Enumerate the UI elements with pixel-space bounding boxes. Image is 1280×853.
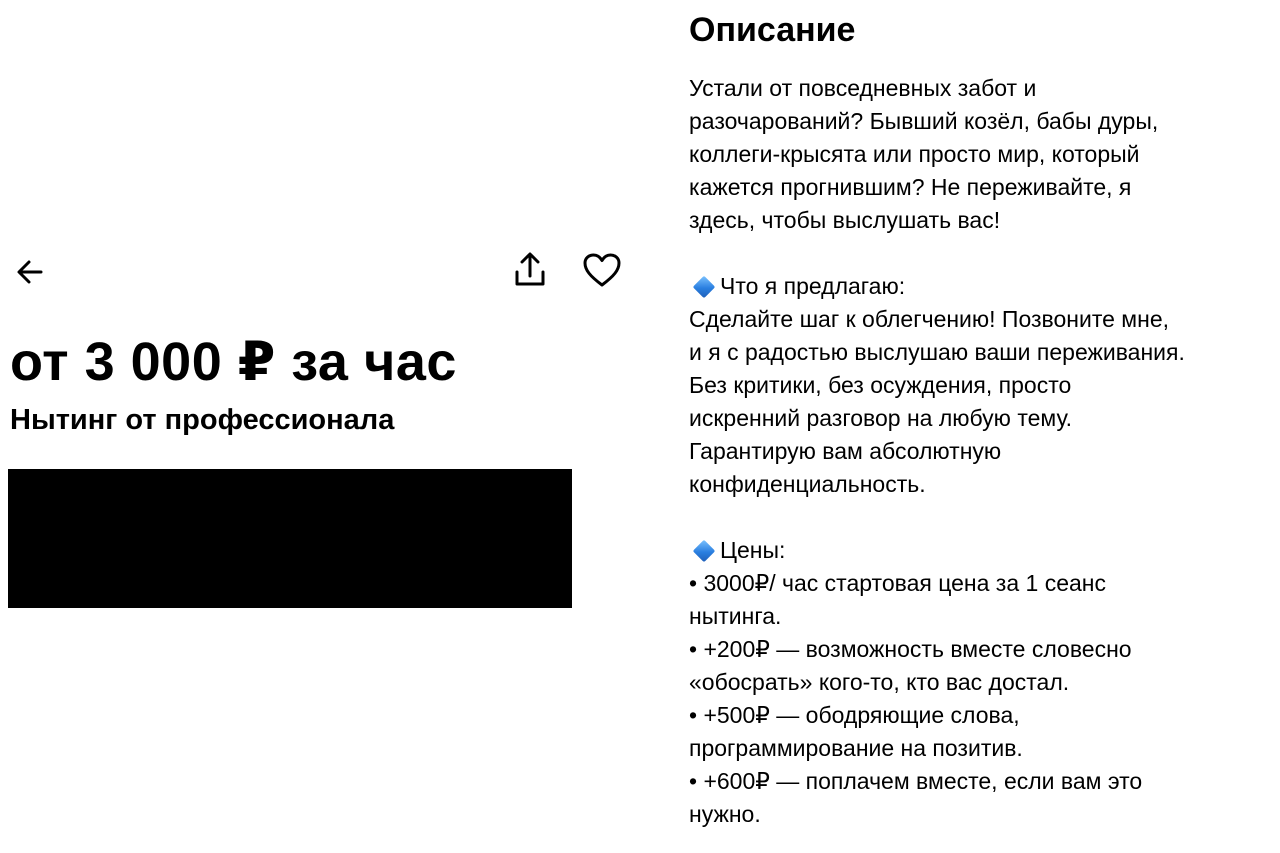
offer-line: Сделайте шаг к облегчению! Позвоните мне… xyxy=(689,306,1170,332)
description-heading: Описание xyxy=(689,11,856,49)
offer-line: конфиденциальность. xyxy=(689,471,926,497)
description-text: Устали от повседневных забот и разочаров… xyxy=(689,72,1249,831)
share-upload-icon xyxy=(515,252,545,286)
prices-heading: Цены: xyxy=(689,534,1249,567)
offer-line: искренний разговор на любую тему. xyxy=(689,405,1073,431)
price-line: нужно. xyxy=(689,801,761,827)
price-line: • +500₽ — ободряющие слова, xyxy=(689,702,1020,728)
offer-line: и я с радостью выслушаю ваши переживания… xyxy=(689,339,1185,365)
price-line: • +600₽ — поплачем вместе, если вам это xyxy=(689,768,1143,794)
description-line: Устали от повседневных забот и xyxy=(689,75,1037,101)
price-line: • 3000₽/ час стартовая цена за 1 сеанс xyxy=(689,570,1106,596)
favorite-button[interactable] xyxy=(580,248,624,292)
offer-line: Без критики, без осуждения, просто xyxy=(689,372,1072,398)
offer-heading-label: Что я предлагаю: xyxy=(720,273,906,299)
listing-title: Нытинг от профессионала xyxy=(10,404,395,436)
blue-diamond-icon xyxy=(692,275,716,299)
description-line: кажется прогнившим? Не переживайте, я xyxy=(689,174,1132,200)
description-pane: Описание Устали от повседневных забот и … xyxy=(689,8,1249,831)
price-line: нытинга. xyxy=(689,603,782,629)
offer-line: Гарантирую вам абсолютную xyxy=(689,438,1002,464)
description-line: разочарований? Бывший козёл, бабы дуры, xyxy=(689,108,1159,134)
price-line: «обосрать» кого-то, кто вас достал. xyxy=(689,669,1070,695)
share-button[interactable] xyxy=(508,248,552,292)
description-line: коллеги-крысята или просто мир, который xyxy=(689,141,1140,167)
listing-header-pane: от 3 000 ₽ за час Нытинг от профессионал… xyxy=(0,0,640,853)
price-line: программирование на позитив. xyxy=(689,735,1023,761)
heart-outline-icon xyxy=(583,253,621,287)
back-button[interactable] xyxy=(8,250,52,294)
price-title: от 3 000 ₽ за час xyxy=(10,332,457,392)
blue-diamond-icon xyxy=(692,539,716,563)
offer-heading: Что я предлагаю: xyxy=(689,270,1249,303)
description-line: здесь, чтобы выслушать вас! xyxy=(689,207,1001,233)
price-line: • +200₽ — возможность вместе словесно xyxy=(689,636,1132,662)
redacted-media-block xyxy=(8,469,572,608)
arrow-left-icon xyxy=(17,260,43,284)
prices-heading-label: Цены: xyxy=(720,537,786,563)
